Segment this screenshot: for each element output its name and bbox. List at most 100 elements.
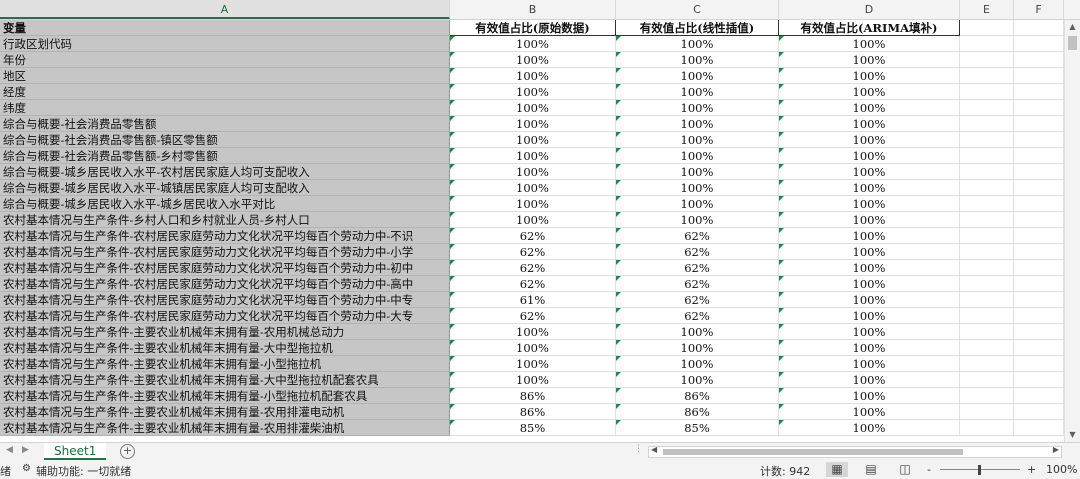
cell-c[interactable]: 85% bbox=[616, 420, 779, 436]
cell-e[interactable] bbox=[960, 68, 1014, 84]
cell-e[interactable] bbox=[960, 356, 1014, 372]
cell-a[interactable]: 农村基本情况与生产条件-农村居民家庭劳动力文化状况平均每百个劳动力中-高中 bbox=[0, 276, 450, 292]
cell-f[interactable] bbox=[1014, 244, 1064, 260]
cell-f[interactable] bbox=[1014, 276, 1064, 292]
zoom-in-button[interactable]: + bbox=[1027, 463, 1036, 476]
cell-b[interactable]: 100% bbox=[450, 52, 616, 68]
cell-d[interactable]: 100% bbox=[779, 244, 960, 260]
cell-c[interactable]: 62% bbox=[616, 308, 779, 324]
cell-a[interactable]: 地区 bbox=[0, 68, 450, 84]
cell-e[interactable] bbox=[960, 324, 1014, 340]
cell-f[interactable] bbox=[1014, 100, 1064, 116]
cell-f[interactable] bbox=[1014, 260, 1064, 276]
cell-c[interactable]: 100% bbox=[616, 180, 779, 196]
accessibility-icon[interactable]: ⚙ bbox=[22, 463, 31, 474]
scroll-up-icon[interactable]: ▲ bbox=[1065, 20, 1080, 34]
zoom-slider-knob[interactable] bbox=[978, 465, 981, 475]
horizontal-scroll-thumb[interactable] bbox=[663, 449, 963, 455]
cell-f[interactable] bbox=[1014, 148, 1064, 164]
zoom-out-button[interactable]: - bbox=[927, 463, 931, 476]
cell-f[interactable] bbox=[1014, 132, 1064, 148]
cell-b[interactable]: 86% bbox=[450, 388, 616, 404]
cell-b[interactable]: 61% bbox=[450, 292, 616, 308]
cell-c[interactable]: 100% bbox=[616, 340, 779, 356]
column-header-e[interactable]: E bbox=[960, 0, 1014, 19]
cell-a[interactable]: 综合与概要-城乡居民收入水平-城镇居民家庭人均可支配收入 bbox=[0, 180, 450, 196]
cell-f[interactable] bbox=[1014, 388, 1064, 404]
cell-e[interactable] bbox=[960, 52, 1014, 68]
cell-a[interactable]: 综合与概要-社会消费品零售额-镇区零售额 bbox=[0, 132, 450, 148]
cell-e[interactable] bbox=[960, 372, 1014, 388]
cell-c[interactable]: 100% bbox=[616, 324, 779, 340]
cell-b[interactable]: 100% bbox=[450, 116, 616, 132]
cell-c[interactable]: 100% bbox=[616, 100, 779, 116]
cell-a[interactable]: 农村基本情况与生产条件-农村居民家庭劳动力文化状况平均每百个劳动力中-中专 bbox=[0, 292, 450, 308]
cell-d[interactable]: 100% bbox=[779, 148, 960, 164]
cell-b[interactable]: 100% bbox=[450, 372, 616, 388]
accessibility-status[interactable]: 辅助功能: 一切就绪 bbox=[36, 463, 131, 479]
cell-d[interactable]: 100% bbox=[779, 180, 960, 196]
cell-d[interactable]: 100% bbox=[779, 132, 960, 148]
cell-d1[interactable]: 有效值占比(ARIMA填补) bbox=[779, 20, 960, 36]
cell-c[interactable]: 100% bbox=[616, 68, 779, 84]
cell-f[interactable] bbox=[1014, 36, 1064, 52]
cell-c[interactable]: 86% bbox=[616, 404, 779, 420]
cell-b[interactable]: 100% bbox=[450, 132, 616, 148]
cell-a[interactable]: 年份 bbox=[0, 52, 450, 68]
cell-a[interactable]: 经度 bbox=[0, 84, 450, 100]
cell-e[interactable] bbox=[960, 404, 1014, 420]
vertical-scroll-thumb[interactable] bbox=[1068, 36, 1077, 50]
cell-c[interactable]: 100% bbox=[616, 132, 779, 148]
scroll-down-icon[interactable]: ▼ bbox=[1065, 428, 1080, 442]
tab-split-handle-icon[interactable]: ⋮ bbox=[634, 444, 643, 454]
cell-f[interactable] bbox=[1014, 356, 1064, 372]
cell-b[interactable]: 100% bbox=[450, 68, 616, 84]
cell-f[interactable] bbox=[1014, 228, 1064, 244]
cell-a[interactable]: 农村基本情况与生产条件-主要农业机械年末拥有量-大中型拖拉机配套农具 bbox=[0, 372, 450, 388]
cell-e[interactable] bbox=[960, 388, 1014, 404]
cell-a[interactable]: 农村基本情况与生产条件-主要农业机械年末拥有量-农用排灌柴油机 bbox=[0, 420, 450, 436]
cell-d[interactable]: 100% bbox=[779, 116, 960, 132]
column-header-d[interactable]: D bbox=[779, 0, 960, 19]
cell-d[interactable]: 100% bbox=[779, 84, 960, 100]
cell-b[interactable]: 100% bbox=[450, 212, 616, 228]
cell-b[interactable]: 100% bbox=[450, 100, 616, 116]
column-header-f[interactable]: F bbox=[1014, 0, 1064, 19]
cell-f[interactable] bbox=[1014, 308, 1064, 324]
add-sheet-icon[interactable]: + bbox=[120, 444, 135, 459]
prev-sheet-icon[interactable]: ◀ bbox=[6, 445, 13, 455]
cell-c[interactable]: 100% bbox=[616, 148, 779, 164]
cell-b[interactable]: 100% bbox=[450, 164, 616, 180]
cell-a[interactable]: 行政区划代码 bbox=[0, 36, 450, 52]
cell-d[interactable]: 100% bbox=[779, 276, 960, 292]
cell-b1[interactable]: 有效值占比(原始数据) bbox=[450, 20, 616, 36]
cell-d[interactable]: 100% bbox=[779, 260, 960, 276]
next-sheet-icon[interactable]: ▶ bbox=[22, 445, 29, 455]
cell-a[interactable]: 农村基本情况与生产条件-主要农业机械年末拥有量-农用机械总动力 bbox=[0, 324, 450, 340]
cell-e[interactable] bbox=[960, 228, 1014, 244]
cell-e[interactable] bbox=[960, 260, 1014, 276]
cell-c[interactable]: 62% bbox=[616, 276, 779, 292]
cell-f[interactable] bbox=[1014, 404, 1064, 420]
cell-a[interactable]: 农村基本情况与生产条件-主要农业机械年末拥有量-小型拖拉机配套农具 bbox=[0, 388, 450, 404]
vertical-scrollbar[interactable]: ▲ ▼ bbox=[1064, 20, 1080, 442]
cell-e[interactable] bbox=[960, 36, 1014, 52]
cell-d[interactable]: 100% bbox=[779, 388, 960, 404]
horizontal-scrollbar[interactable]: ◀ ▶ bbox=[648, 445, 1062, 458]
cell-c[interactable]: 100% bbox=[616, 212, 779, 228]
cell-a[interactable]: 综合与概要-城乡居民收入水平-城乡居民收入水平对比 bbox=[0, 196, 450, 212]
cell-c[interactable]: 62% bbox=[616, 292, 779, 308]
cell-f[interactable] bbox=[1014, 340, 1064, 356]
cell-a[interactable]: 农村基本情况与生产条件-农村居民家庭劳动力文化状况平均每百个劳动力中-初中 bbox=[0, 260, 450, 276]
cell-a[interactable]: 农村基本情况与生产条件-主要农业机械年末拥有量-农用排灌电动机 bbox=[0, 404, 450, 420]
cell-b[interactable]: 100% bbox=[450, 180, 616, 196]
cell-e[interactable] bbox=[960, 116, 1014, 132]
cell-d[interactable]: 100% bbox=[779, 52, 960, 68]
cell-e[interactable] bbox=[960, 308, 1014, 324]
cell-a[interactable]: 农村基本情况与生产条件-农村居民家庭劳动力文化状况平均每百个劳动力中-小学 bbox=[0, 244, 450, 260]
cell-f[interactable] bbox=[1014, 164, 1064, 180]
cell-f[interactable] bbox=[1014, 116, 1064, 132]
cell-e[interactable] bbox=[960, 212, 1014, 228]
cell-c[interactable]: 100% bbox=[616, 52, 779, 68]
cell-d[interactable]: 100% bbox=[779, 340, 960, 356]
